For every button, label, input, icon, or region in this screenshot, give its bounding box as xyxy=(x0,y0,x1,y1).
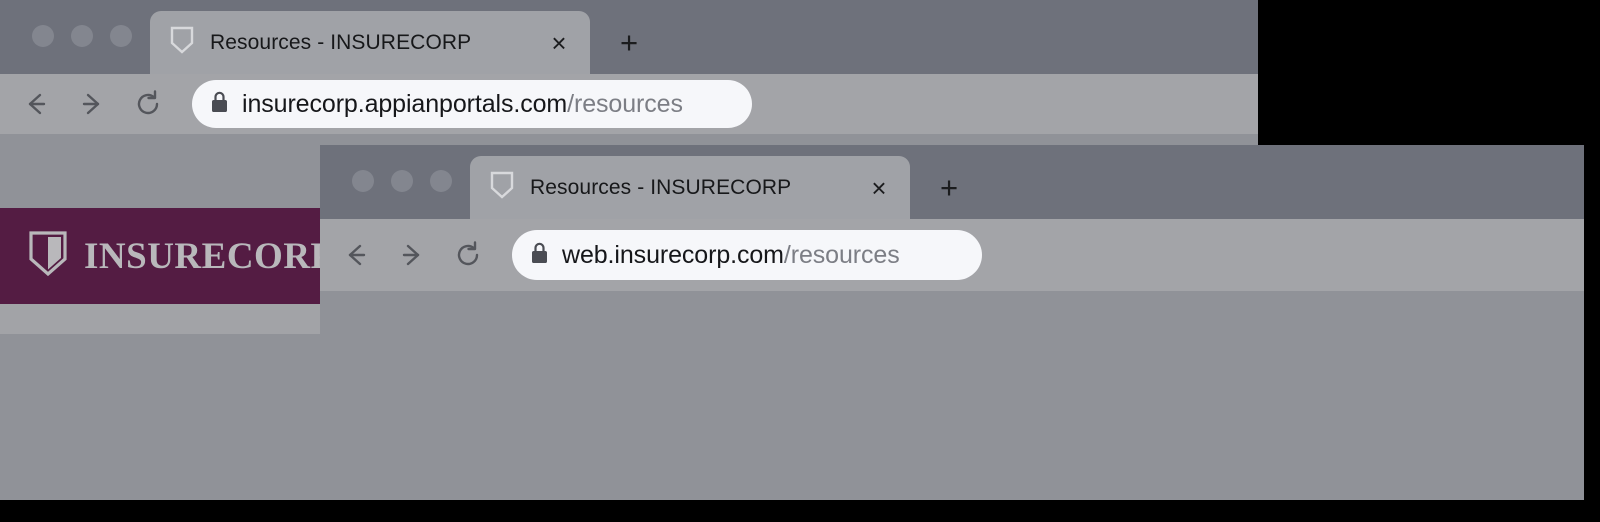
window-close-dot[interactable] xyxy=(352,170,374,192)
arrow-right-icon[interactable] xyxy=(70,82,114,126)
url-path: /resources xyxy=(567,89,683,118)
address-bar[interactable]: web.insurecorp.com/resources xyxy=(512,230,982,280)
browser-toolbar: insurecorp.appianportals.com/resources xyxy=(0,74,1258,134)
new-tab-icon[interactable]: + xyxy=(928,166,970,208)
lock-icon xyxy=(530,241,549,270)
url-text: web.insurecorp.com/resources xyxy=(562,241,900,270)
arrow-left-icon[interactable] xyxy=(334,233,378,277)
browser-tab[interactable]: Resources - INSURECORP × xyxy=(150,11,590,74)
url-text: insurecorp.appianportals.com/resources xyxy=(242,90,683,119)
window-close-dot[interactable] xyxy=(32,25,54,47)
brand-logo[interactable]: INSURECORP xyxy=(28,230,334,282)
tab-strip: Resources - INSURECORP × + xyxy=(320,145,1584,219)
close-icon[interactable]: × xyxy=(862,171,896,205)
tab-title: Resources - INSURECORP xyxy=(530,175,792,199)
window-minimize-dot[interactable] xyxy=(391,170,413,192)
new-tab-icon[interactable]: + xyxy=(608,21,650,63)
browser-toolbar: web.insurecorp.com/resources xyxy=(320,219,1584,291)
page-content: INSURECORP GET STARTED QUOTE CLAIMS RESO… xyxy=(320,291,1584,500)
shield-icon xyxy=(170,26,194,59)
arrow-left-icon[interactable] xyxy=(14,82,58,126)
window-minimize-dot[interactable] xyxy=(71,25,93,47)
lock-icon xyxy=(210,90,229,119)
address-bar[interactable]: insurecorp.appianportals.com/resources xyxy=(192,80,752,128)
url-host: insurecorp.appianportals.com xyxy=(242,89,568,118)
reload-icon[interactable] xyxy=(126,82,170,126)
tab-strip: Resources - INSURECORP × + xyxy=(0,0,1258,74)
window-maximize-dot[interactable] xyxy=(110,25,132,47)
shield-icon xyxy=(490,171,514,204)
tab-title: Resources - INSURECORP xyxy=(210,30,472,54)
close-icon[interactable]: × xyxy=(542,26,576,60)
brand-name: INSURECORP xyxy=(84,235,334,277)
window-controls[interactable] xyxy=(0,25,132,74)
arrow-right-icon[interactable] xyxy=(390,233,434,277)
url-path: /resources xyxy=(783,240,900,269)
window-controls[interactable] xyxy=(320,170,452,219)
shield-icon xyxy=(28,230,68,282)
url-host: web.insurecorp.com xyxy=(562,240,784,269)
browser-window-front[interactable]: Resources - INSURECORP × + web.insurecor… xyxy=(320,145,1584,500)
reload-icon[interactable] xyxy=(446,233,490,277)
browser-tab[interactable]: Resources - INSURECORP × xyxy=(470,156,910,219)
window-maximize-dot[interactable] xyxy=(430,170,452,192)
